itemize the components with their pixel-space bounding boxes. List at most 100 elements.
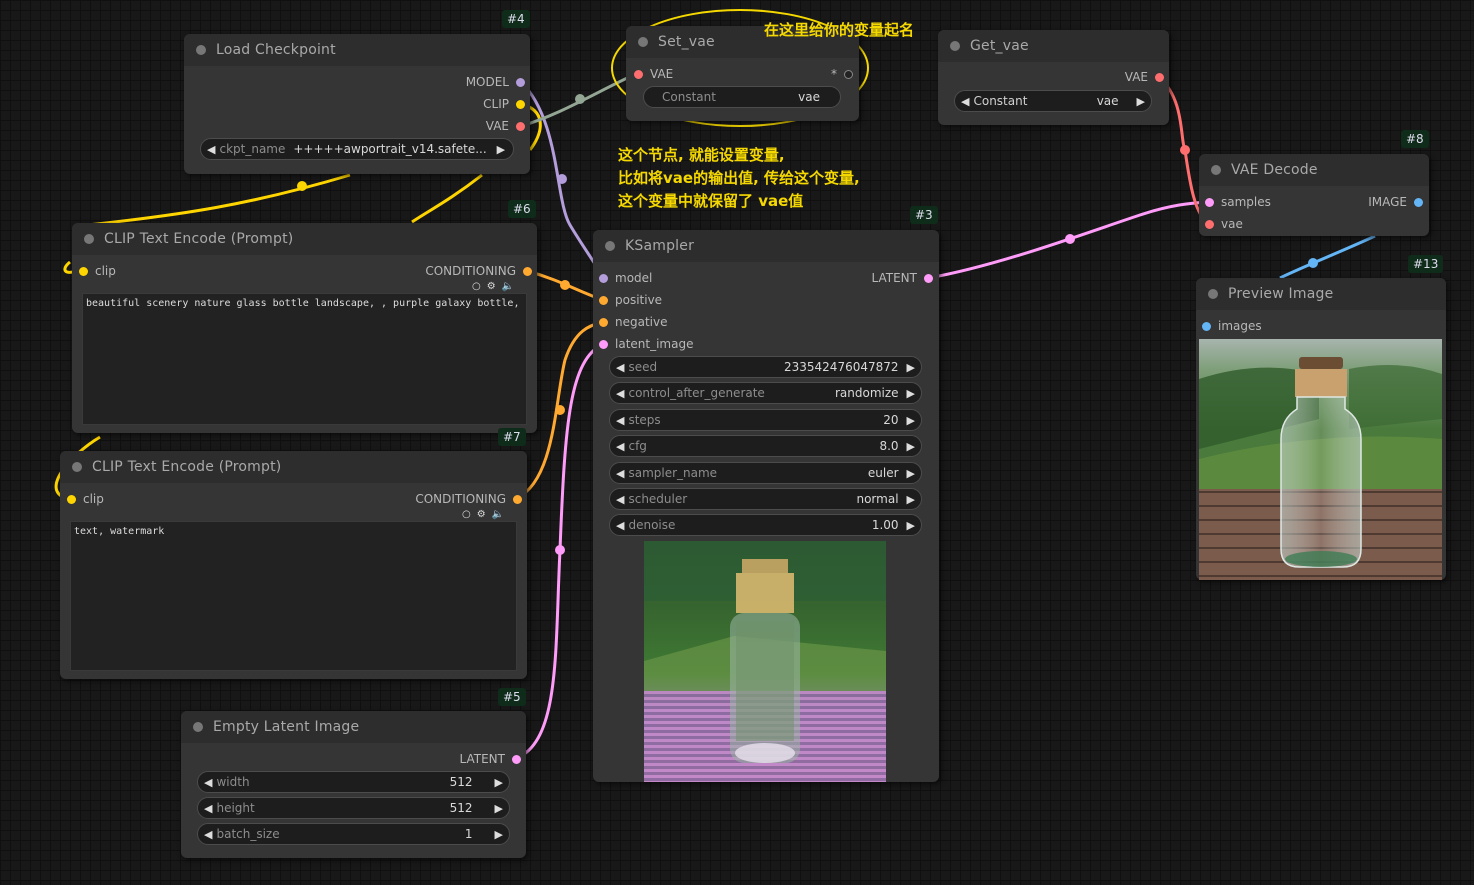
image-socket-icon[interactable] xyxy=(1414,197,1423,207)
output-vae[interactable]: VAE xyxy=(1125,67,1164,87)
cfg-widget[interactable]: ◀ cfg 8.0 ▶ xyxy=(609,435,922,457)
latent-socket-icon[interactable] xyxy=(512,754,521,764)
empty-latent-image-node[interactable]: Empty Latent Image LATENT ◀ width 512 ▶ ◀ he… xyxy=(181,711,526,858)
gear-icon[interactable]: ⚙ xyxy=(477,509,486,520)
arrow-right-icon[interactable]: ▶ xyxy=(907,440,915,453)
circle-icon[interactable]: ○ xyxy=(472,281,481,292)
height-widget[interactable]: ◀ height 512 ▶ xyxy=(197,797,510,819)
ksampler-node[interactable]: KSampler model positive negative latent_… xyxy=(593,230,939,782)
prompt-textarea[interactable]: text, watermark xyxy=(70,521,517,671)
arrow-left-icon[interactable]: ◀ xyxy=(616,467,624,480)
input-images[interactable]: images xyxy=(1202,316,1262,336)
arrow-right-icon[interactable]: ▶ xyxy=(495,828,503,841)
ckpt-name-combo[interactable]: ◀ ckpt_name +++++awportrait_v14.safete..… xyxy=(200,138,514,160)
gear-icon[interactable]: ⚙ xyxy=(487,281,496,292)
latent-socket-icon[interactable] xyxy=(924,273,933,283)
arrow-left-icon[interactable]: ◀ xyxy=(616,387,624,400)
arrow-right-icon[interactable]: ▶ xyxy=(907,387,915,400)
preview-output-image[interactable] xyxy=(1199,339,1442,580)
get-vae-node[interactable]: Get_vae VAE ◀ Constant vae ▶ xyxy=(938,30,1169,125)
latent-socket-icon[interactable] xyxy=(1205,197,1214,207)
sampler-name-widget[interactable]: ◀ sampler_name euler ▶ xyxy=(609,462,922,484)
output-latent[interactable]: LATENT xyxy=(460,749,521,769)
collapse-dot-icon[interactable] xyxy=(193,722,203,732)
collapse-dot-icon[interactable] xyxy=(196,45,206,55)
arrow-right-icon[interactable]: ▶ xyxy=(907,361,915,374)
output-model[interactable]: MODEL xyxy=(466,72,525,92)
load-checkpoint-node[interactable]: Load Checkpoint MODEL CLIP VAE ◀ ckpt_na… xyxy=(184,34,530,174)
denoise-widget[interactable]: ◀ denoise 1.00 ▶ xyxy=(609,514,922,536)
arrow-left-icon[interactable]: ◀ xyxy=(616,361,624,374)
arrow-left-icon[interactable]: ◀ xyxy=(616,440,624,453)
arrow-left-icon[interactable]: ◀ xyxy=(616,414,624,427)
node-header[interactable]: Load Checkpoint xyxy=(184,34,530,66)
scheduler-widget[interactable]: ◀ scheduler normal ▶ xyxy=(609,488,922,510)
input-vae[interactable]: VAE xyxy=(634,64,673,84)
speaker-icon[interactable]: 🔈 xyxy=(502,281,514,292)
collapse-dot-icon[interactable] xyxy=(72,462,82,472)
batch-size-widget[interactable]: ◀ batch_size 1 ▶ xyxy=(197,823,510,845)
input-positive[interactable]: positive xyxy=(599,290,662,310)
arrow-left-icon[interactable]: ◀ xyxy=(204,776,212,789)
collapse-dot-icon[interactable] xyxy=(1211,165,1221,175)
speaker-icon[interactable]: 🔈 xyxy=(492,509,504,520)
input-samples[interactable]: samples xyxy=(1205,192,1271,212)
seed-widget[interactable]: ◀ seed 233542476047872 ▶ xyxy=(609,356,922,378)
input-vae[interactable]: vae xyxy=(1205,214,1243,234)
clip-text-encode-positive-node[interactable]: CLIP Text Encode (Prompt) clip CONDITION… xyxy=(72,223,537,433)
output-vae[interactable]: VAE xyxy=(486,116,525,136)
conditioning-socket-icon[interactable] xyxy=(599,295,608,305)
control-after-generate-widget[interactable]: ◀ control_after_generate randomize ▶ xyxy=(609,382,922,404)
arrow-right-icon[interactable]: ▶ xyxy=(907,493,915,506)
output-image[interactable]: IMAGE xyxy=(1368,192,1423,212)
output-conditioning[interactable]: CONDITIONING xyxy=(425,261,532,281)
arrow-right-icon[interactable]: ▶ xyxy=(495,776,503,789)
output-conditioning[interactable]: CONDITIONING xyxy=(415,489,522,509)
vae-socket-icon[interactable] xyxy=(1205,219,1214,229)
vae-socket-icon[interactable] xyxy=(1155,72,1164,82)
arrow-right-icon[interactable]: ▶ xyxy=(495,802,503,815)
model-socket-icon[interactable] xyxy=(599,273,608,283)
prompt-textarea[interactable]: beautiful scenery nature glass bottle la… xyxy=(82,293,527,425)
arrow-right-icon[interactable]: ▶ xyxy=(907,414,915,427)
output-clip[interactable]: CLIP xyxy=(483,94,525,114)
steps-widget[interactable]: ◀ steps 20 ▶ xyxy=(609,409,922,431)
vae-socket-icon[interactable] xyxy=(634,69,643,79)
input-latent-image[interactable]: latent_image xyxy=(599,334,693,354)
arrow-left-icon[interactable]: ◀ xyxy=(616,519,624,532)
model-socket-icon[interactable] xyxy=(516,77,525,87)
clip-socket-icon[interactable] xyxy=(67,494,76,504)
conditioning-socket-icon[interactable] xyxy=(599,317,608,327)
arrow-right-icon[interactable]: ▶ xyxy=(497,143,505,156)
output-latent[interactable]: LATENT xyxy=(872,268,933,288)
arrow-right-icon[interactable]: ▶ xyxy=(907,467,915,480)
arrow-left-icon[interactable]: ◀ xyxy=(204,802,212,815)
preview-image-node[interactable]: Preview Image images xyxy=(1196,278,1446,580)
arrow-left-icon[interactable]: ◀ xyxy=(204,828,212,841)
collapse-dot-icon[interactable] xyxy=(638,37,648,47)
node-header[interactable]: KSampler xyxy=(593,230,939,262)
conditioning-socket-icon[interactable] xyxy=(523,266,532,276)
arrow-right-icon[interactable]: ▶ xyxy=(907,519,915,532)
circle-icon[interactable]: ○ xyxy=(462,509,471,520)
set-vae-constant-field[interactable]: Constant vae xyxy=(643,86,841,108)
clip-socket-icon[interactable] xyxy=(79,266,88,276)
arrow-left-icon[interactable]: ◀ xyxy=(961,95,969,108)
arrow-right-icon[interactable]: ▶ xyxy=(1137,95,1145,108)
clip-socket-icon[interactable] xyxy=(516,99,525,109)
output-any[interactable]: * xyxy=(831,64,853,84)
node-header[interactable]: Empty Latent Image xyxy=(181,711,526,743)
vae-decode-node[interactable]: VAE Decode samples vae IMAGE xyxy=(1199,154,1429,236)
node-header[interactable]: CLIP Text Encode (Prompt) xyxy=(60,451,527,483)
node-header[interactable]: Preview Image xyxy=(1196,278,1446,310)
collapse-dot-icon[interactable] xyxy=(1208,289,1218,299)
input-clip[interactable]: clip xyxy=(67,489,104,509)
arrow-left-icon[interactable]: ◀ xyxy=(207,143,215,156)
node-header[interactable]: VAE Decode xyxy=(1199,154,1429,186)
node-header[interactable]: Get_vae xyxy=(938,30,1169,62)
conditioning-socket-icon[interactable] xyxy=(513,494,522,504)
get-vae-constant-combo[interactable]: ◀ Constant vae ▶ xyxy=(954,90,1152,112)
arrow-left-icon[interactable]: ◀ xyxy=(616,493,624,506)
vae-socket-icon[interactable] xyxy=(516,121,525,131)
width-widget[interactable]: ◀ width 512 ▶ xyxy=(197,771,510,793)
